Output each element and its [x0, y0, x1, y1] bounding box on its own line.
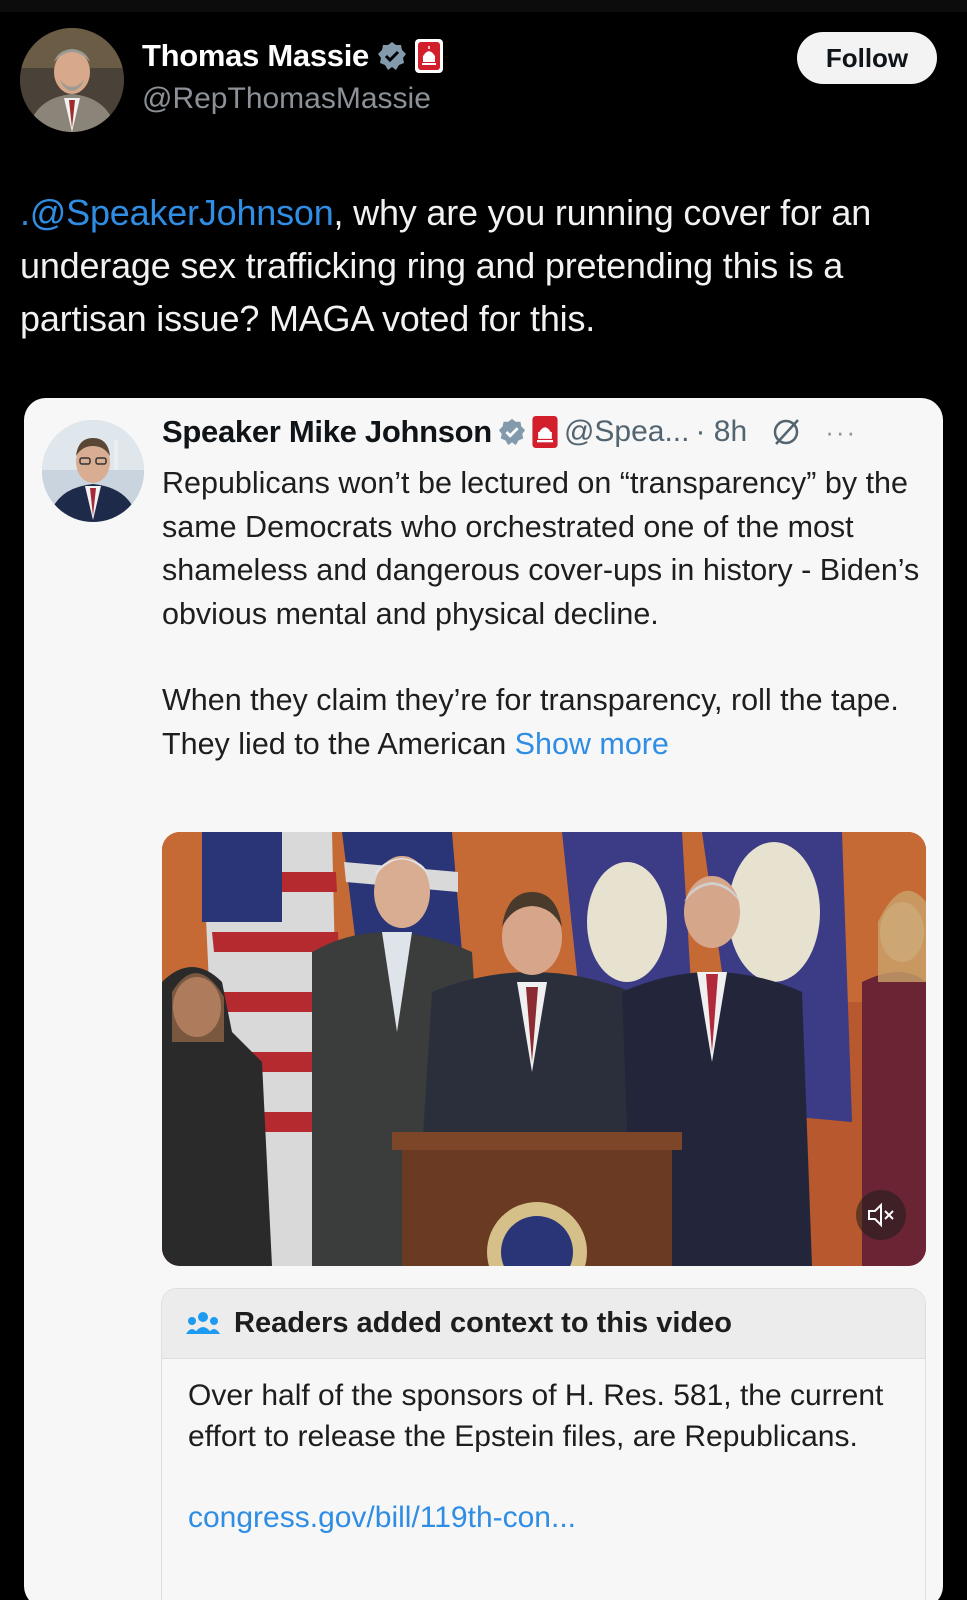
speaker-muted-icon — [868, 1202, 894, 1228]
quoted-tweet-card[interactable]: Speaker Mike Johnson @Spea... · 8h ··· R… — [24, 398, 943, 1600]
author-name[interactable]: Thomas Massie — [142, 38, 369, 74]
video-frame — [162, 832, 926, 1266]
tweet-author: Thomas Massie @RepThomasMassie Follow — [20, 28, 947, 138]
quoted-tweet-text: Republicans won’t be lectured on “transp… — [162, 462, 922, 766]
quoted-author-avatar[interactable] — [42, 420, 144, 522]
video-player[interactable] — [162, 832, 926, 1266]
government-badge-icon — [414, 39, 443, 73]
timestamp[interactable]: · 8h — [695, 415, 747, 449]
author-avatar[interactable] — [20, 28, 124, 132]
government-badge-icon — [532, 416, 558, 448]
quoted-author-name[interactable]: Speaker Mike Johnson — [162, 414, 492, 450]
grok-icon[interactable] — [771, 417, 801, 447]
mention-link[interactable]: .@SpeakerJohnson — [20, 192, 334, 233]
mute-button[interactable] — [856, 1190, 906, 1240]
people-icon — [186, 1311, 220, 1334]
more-options-icon[interactable]: ··· — [825, 417, 857, 448]
community-note: Readers added context to this video Over… — [161, 1288, 926, 1600]
follow-button[interactable]: Follow — [797, 32, 937, 84]
status-strip — [0, 0, 967, 12]
quoted-paragraph-1: Republicans won’t be lectured on “transp… — [162, 466, 920, 631]
tweet-body: .@SpeakerJohnson, why are you running co… — [20, 186, 940, 345]
author-handle[interactable]: @RepThomasMassie — [142, 82, 431, 116]
community-note-header: Readers added context to this video — [162, 1289, 925, 1359]
verified-badge-icon — [377, 42, 406, 70]
community-note-text: Over half of the sponsors of H. Res. 581… — [188, 1379, 884, 1453]
community-note-link[interactable]: congress.gov/bill/119th-con... — [188, 1497, 899, 1538]
show-more-link[interactable]: Show more — [515, 727, 669, 761]
quoted-author-handle[interactable]: @Spea... — [564, 415, 690, 449]
verified-badge-icon — [498, 418, 526, 446]
community-note-title: Readers added context to this video — [234, 1307, 732, 1339]
